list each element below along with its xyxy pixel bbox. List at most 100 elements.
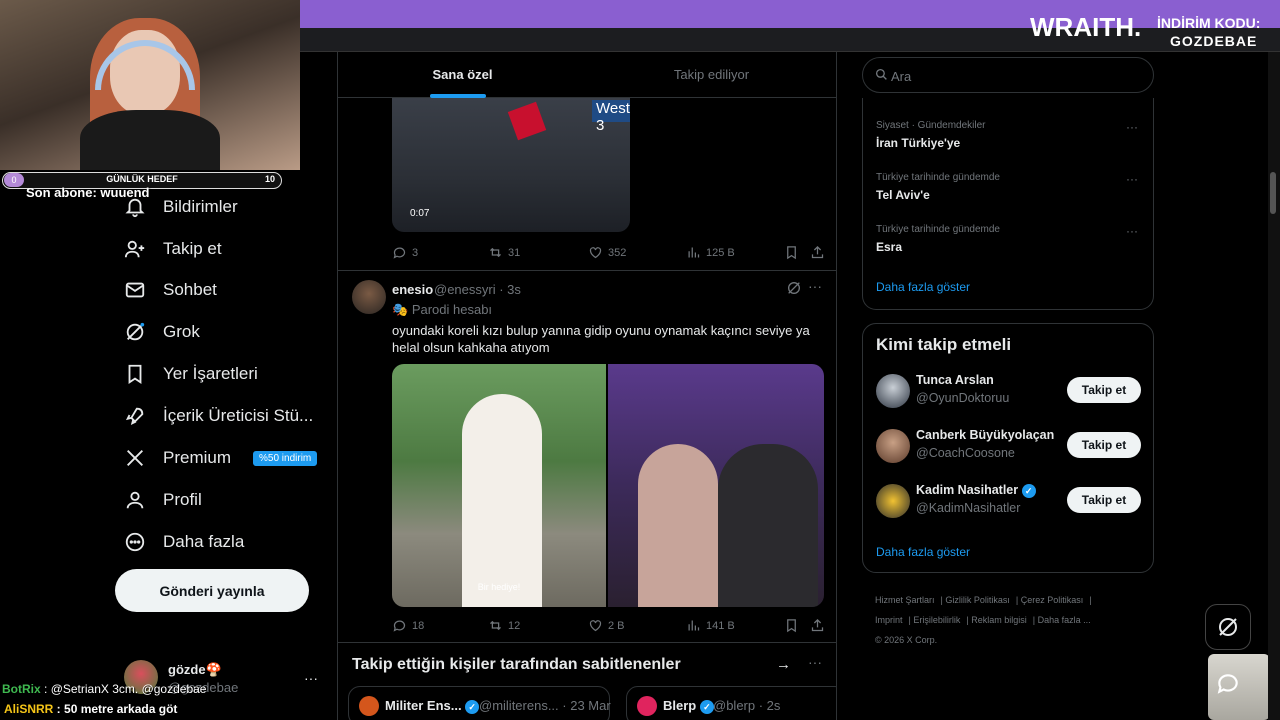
media-image-right[interactable]	[608, 364, 824, 607]
suggestion-name-text: Kadim Nasihatler	[916, 483, 1019, 497]
webcam-overlay	[0, 0, 300, 170]
reply-button[interactable]: 18	[392, 618, 424, 633]
follow-button[interactable]: Takip et	[1067, 487, 1141, 513]
tab-for-you[interactable]: Sana özel	[338, 52, 587, 98]
more-dots-icon[interactable]: ···	[808, 654, 822, 670]
chat-text: 50 metre arkada göt	[64, 702, 178, 716]
suggestion-name: Tunca Arslan	[916, 373, 994, 387]
tweet-actions: 18 12 2 B 141 B	[392, 618, 825, 638]
trend-item[interactable]: Türkiye tarihinde gündemde Tel Aviv'e ··…	[876, 172, 1146, 216]
views-button[interactable]: 125 B	[686, 245, 735, 260]
footer-link[interactable]: Reklam bilgisi	[971, 615, 1027, 625]
search-box[interactable]	[862, 57, 1154, 93]
bookmark-button[interactable]	[784, 618, 799, 633]
grok-icon	[1219, 618, 1237, 636]
premium-discount-badge: %50 indirim	[253, 450, 318, 466]
pinned-card[interactable]: Blerp ✓ @blerp · 2s	[626, 686, 836, 720]
tweet-text: oyundaki koreli kızı bulup yanına gidip …	[392, 323, 810, 355]
more-dots-icon[interactable]: ···	[1126, 172, 1138, 186]
more-dots-icon: ···	[304, 670, 318, 686]
search-input[interactable]	[891, 66, 1141, 86]
like-count: 352	[608, 246, 627, 259]
tweet-video[interactable]: West 3 0:07	[392, 98, 630, 232]
more-dots-icon[interactable]: ···	[1126, 224, 1138, 238]
grok-icon[interactable]	[786, 280, 802, 301]
chat-message: AliSNRR : 50 metre arkada göt	[4, 702, 178, 716]
tweet-author-handle[interactable]: @enessyri · 3s	[434, 282, 521, 297]
nav-item-follow[interactable]: Takip et	[124, 229, 222, 269]
reply-button[interactable]: 3	[392, 245, 418, 260]
avatar	[876, 429, 910, 463]
discount-code-label: İNDİRİM KODU:	[1157, 15, 1261, 31]
tweet-author-name[interactable]: enesio	[392, 282, 433, 297]
repost-button[interactable]: 12	[488, 618, 520, 633]
more-dots-icon[interactable]: ···	[1126, 120, 1138, 134]
views-button[interactable]: 141 B	[686, 618, 735, 633]
avatar	[359, 696, 379, 716]
copyright: © 2026 X Corp.	[875, 635, 938, 645]
footer-link[interactable]: Imprint	[875, 615, 903, 625]
webcam-figure	[80, 110, 220, 170]
nav-item-grok[interactable]: Grok	[124, 312, 200, 352]
chat-text: @SetrianX 3cm. @gozdebae	[50, 682, 207, 696]
tweet-media[interactable]: Bir hediye!	[392, 364, 824, 607]
avatar[interactable]	[352, 280, 386, 314]
media-figure	[638, 444, 718, 607]
show-more-link[interactable]: Daha fazla göster	[876, 545, 970, 559]
trend-item[interactable]: Türkiye tarihinde gündemde Esra ···	[876, 224, 1146, 268]
nav-item-creator-studio[interactable]: İçerik Üreticisi Stü...	[124, 396, 313, 436]
sponsor-logo: WRAITH.	[1030, 12, 1142, 42]
like-button[interactable]: 352	[588, 245, 626, 260]
like-button[interactable]: 2 B	[588, 618, 625, 633]
page-scrollbar[interactable]	[1268, 52, 1280, 720]
nav-item-more[interactable]: Daha fazla	[124, 522, 244, 562]
who-to-follow-title: Kimi takip etmeli	[876, 335, 1012, 354]
tab-following[interactable]: Takip ediliyor	[587, 52, 836, 98]
arrow-right-icon[interactable]: →	[776, 656, 791, 673]
show-more-link[interactable]: Daha fazla göster	[876, 280, 970, 294]
scrollbar-thumb[interactable]	[1270, 172, 1276, 214]
trend-title: Tel Aviv'e	[876, 188, 930, 202]
follow-button[interactable]: Takip et	[1067, 377, 1141, 403]
verified-icon: ✓	[1021, 483, 1036, 498]
nav-item-messages[interactable]: Sohbet	[124, 270, 217, 310]
avatar	[637, 696, 657, 716]
footer-link[interactable]: Hizmet Şartları	[875, 595, 935, 605]
heart-icon	[589, 247, 602, 259]
repost-icon	[490, 247, 501, 258]
verified-icon: ✓	[699, 699, 714, 714]
nav-item-bookmarks[interactable]: Yer İşaretleri	[124, 354, 258, 394]
follow-suggestion[interactable]: Kadim Nasihatler ✓ @KadimNasihatler Taki…	[876, 482, 1146, 522]
nav-item-profile[interactable]: Profil	[124, 480, 202, 520]
nav-label: Grok	[163, 322, 200, 341]
grok-floating-button[interactable]	[1205, 604, 1251, 650]
messages-floating-button[interactable]	[1205, 660, 1251, 706]
footer-link[interactable]: Gizlilik Politikası	[945, 595, 1010, 605]
share-button[interactable]	[810, 618, 825, 633]
goal-target: 10	[264, 174, 275, 184]
pinned-card-name: Militer Ens... ✓	[385, 698, 480, 714]
parody-text: Parodi hesabı	[411, 302, 493, 317]
suggestion-handle: @OyunDoktoruu	[916, 391, 1010, 405]
view-count: 141 B	[706, 619, 735, 632]
nav-label: Profil	[163, 490, 202, 509]
follow-suggestion[interactable]: Tunca Arslan @OyunDoktoruu Takip et	[876, 372, 1146, 412]
who-to-follow-panel: Kimi takip etmeli Tunca Arslan @OyunDokt…	[862, 323, 1154, 573]
tab-label: Takip ediliyor	[673, 67, 750, 82]
footer-link[interactable]: Çerez Politikası	[1021, 595, 1084, 605]
nav-item-premium[interactable]: Premium %50 indirim	[124, 438, 318, 478]
repost-button[interactable]: 31	[488, 245, 520, 260]
more-dots-icon[interactable]: ···	[808, 278, 822, 294]
pinned-name-text: Militer Ens...	[385, 698, 462, 713]
footer-link[interactable]: Daha fazla ...	[1038, 615, 1091, 625]
media-image-left[interactable]: Bir hediye!	[392, 364, 606, 607]
follow-button[interactable]: Takip et	[1067, 432, 1141, 458]
share-button[interactable]	[810, 245, 825, 260]
follow-suggestion[interactable]: Canberk Büyükyolaçan @CoachCoosone Takip…	[876, 427, 1146, 467]
post-button[interactable]: Gönderi yayınla	[115, 569, 309, 612]
bookmark-button[interactable]	[784, 245, 799, 260]
trend-item[interactable]: Siyaset · Gündemdekiler İran Türkiye'ye …	[876, 120, 1146, 164]
footer-link[interactable]: Erişilebilirlik	[913, 615, 960, 625]
pinned-card[interactable]: Militer Ens... ✓ @militerens... · 23 Mar	[348, 686, 611, 720]
divider	[338, 270, 836, 271]
